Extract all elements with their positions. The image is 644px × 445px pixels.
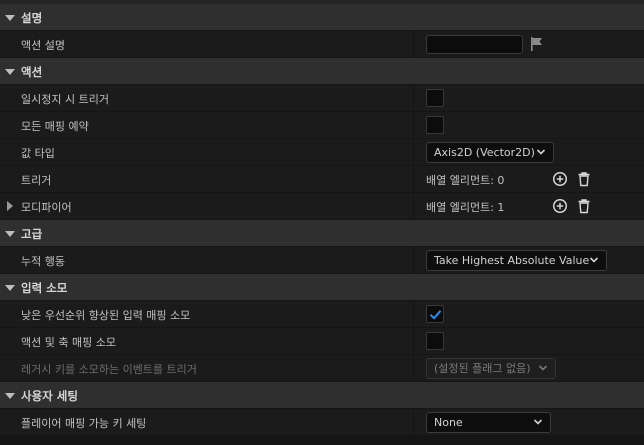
details-panel: 설명 액션 설명 액션 일시정지 시 트리거 모든 매핑 예약 값 타입 Axi… <box>0 4 644 445</box>
legacy-trigger-events-dropdown: (설정된 플래그 없음) <box>426 358 556 379</box>
property-label: 값 타입 <box>21 147 55 160</box>
property-consume-action-axis: 액션 및 축 매핑 소모 <box>0 328 644 355</box>
property-label: 트리거 <box>21 174 52 187</box>
reserve-all-mappings-checkbox[interactable] <box>426 116 444 134</box>
property-player-mappable-key-settings: 플레이어 매핑 가능 키 세팅 None <box>0 409 644 436</box>
property-label: 레거시 키를 소모하는 이벤트를 트리거 <box>21 363 197 376</box>
trigger-when-paused-checkbox[interactable] <box>426 89 444 107</box>
flag-icon[interactable] <box>530 37 544 51</box>
section-advanced[interactable]: 고급 <box>0 220 644 247</box>
property-action-description: 액션 설명 <box>0 31 644 58</box>
property-label: 액션 및 축 매핑 소모 <box>21 336 116 349</box>
collapse-arrow-icon[interactable] <box>5 15 15 21</box>
collapse-arrow-icon[interactable] <box>5 393 15 399</box>
checkmark-icon <box>429 310 442 320</box>
property-modifiers: 모디파이어 배열 엘리먼트: 1 <box>0 193 644 220</box>
section-title: 액션 <box>21 65 43 79</box>
property-label: 누적 행동 <box>21 255 65 268</box>
section-user-settings[interactable]: 사용자 세팅 <box>0 382 644 409</box>
action-description-input[interactable] <box>426 35 523 54</box>
accumulation-behavior-dropdown[interactable]: Take Highest Absolute Value <box>426 250 607 271</box>
property-value-type: 값 타입 Axis2D (Vector2D) <box>0 139 644 166</box>
consume-action-axis-checkbox[interactable] <box>426 332 444 350</box>
section-input-consumption[interactable]: 입력 소모 <box>0 274 644 301</box>
section-description[interactable]: 설명 <box>0 4 644 31</box>
property-consume-lower-priority: 낮은 우선순위 향상된 입력 매핑 소모 <box>0 301 644 328</box>
add-element-icon[interactable] <box>552 171 568 187</box>
collapse-arrow-icon[interactable] <box>5 231 15 237</box>
chevron-down-icon <box>538 365 548 371</box>
property-accumulation-behavior: 누적 행동 Take Highest Absolute Value <box>0 247 644 274</box>
chevron-down-icon <box>533 419 543 425</box>
section-title: 사용자 세팅 <box>21 389 78 403</box>
property-label: 낮은 우선순위 향상된 입력 매핑 소모 <box>21 309 191 322</box>
chevron-down-icon <box>536 149 546 155</box>
property-label: 모든 매핑 예약 <box>21 120 89 133</box>
section-title: 입력 소모 <box>21 281 68 295</box>
dropdown-value: None <box>434 416 463 429</box>
section-title: 고급 <box>21 227 43 241</box>
property-legacy-trigger-events: 레거시 키를 소모하는 이벤트를 트리거 (설정된 플래그 없음) <box>0 355 644 382</box>
consume-lower-priority-checkbox[interactable] <box>426 305 444 323</box>
expand-arrow-icon[interactable] <box>7 201 13 211</box>
add-element-icon[interactable] <box>552 198 568 214</box>
property-trigger-when-paused: 일시정지 시 트리거 <box>0 85 644 112</box>
chevron-down-icon <box>589 257 599 263</box>
property-triggers: 트리거 배열 엘리먼트: 0 <box>0 166 644 193</box>
property-label: 플레이어 매핑 가능 키 세팅 <box>21 417 147 430</box>
array-element-count: 배열 엘리먼트: 1 <box>426 201 505 214</box>
dropdown-value: Take Highest Absolute Value <box>434 254 590 267</box>
collapse-arrow-icon[interactable] <box>5 69 15 75</box>
property-label: 모디파이어 <box>21 201 72 214</box>
array-element-count: 배열 엘리먼트: 0 <box>426 174 505 187</box>
collapse-arrow-icon[interactable] <box>5 285 15 291</box>
player-mappable-key-settings-dropdown[interactable]: None <box>426 412 551 433</box>
value-type-dropdown[interactable]: Axis2D (Vector2D) <box>426 142 554 163</box>
property-label: 일시정지 시 트리거 <box>21 93 109 106</box>
property-label: 액션 설명 <box>21 39 65 52</box>
section-action[interactable]: 액션 <box>0 58 644 85</box>
dropdown-value: (설정된 플래그 없음) <box>434 362 531 375</box>
dropdown-value: Axis2D (Vector2D) <box>434 146 535 159</box>
section-title: 설명 <box>21 11 43 25</box>
property-reserve-all-mappings: 모든 매핑 예약 <box>0 112 644 139</box>
delete-icon[interactable] <box>576 198 592 214</box>
delete-icon[interactable] <box>576 171 592 187</box>
